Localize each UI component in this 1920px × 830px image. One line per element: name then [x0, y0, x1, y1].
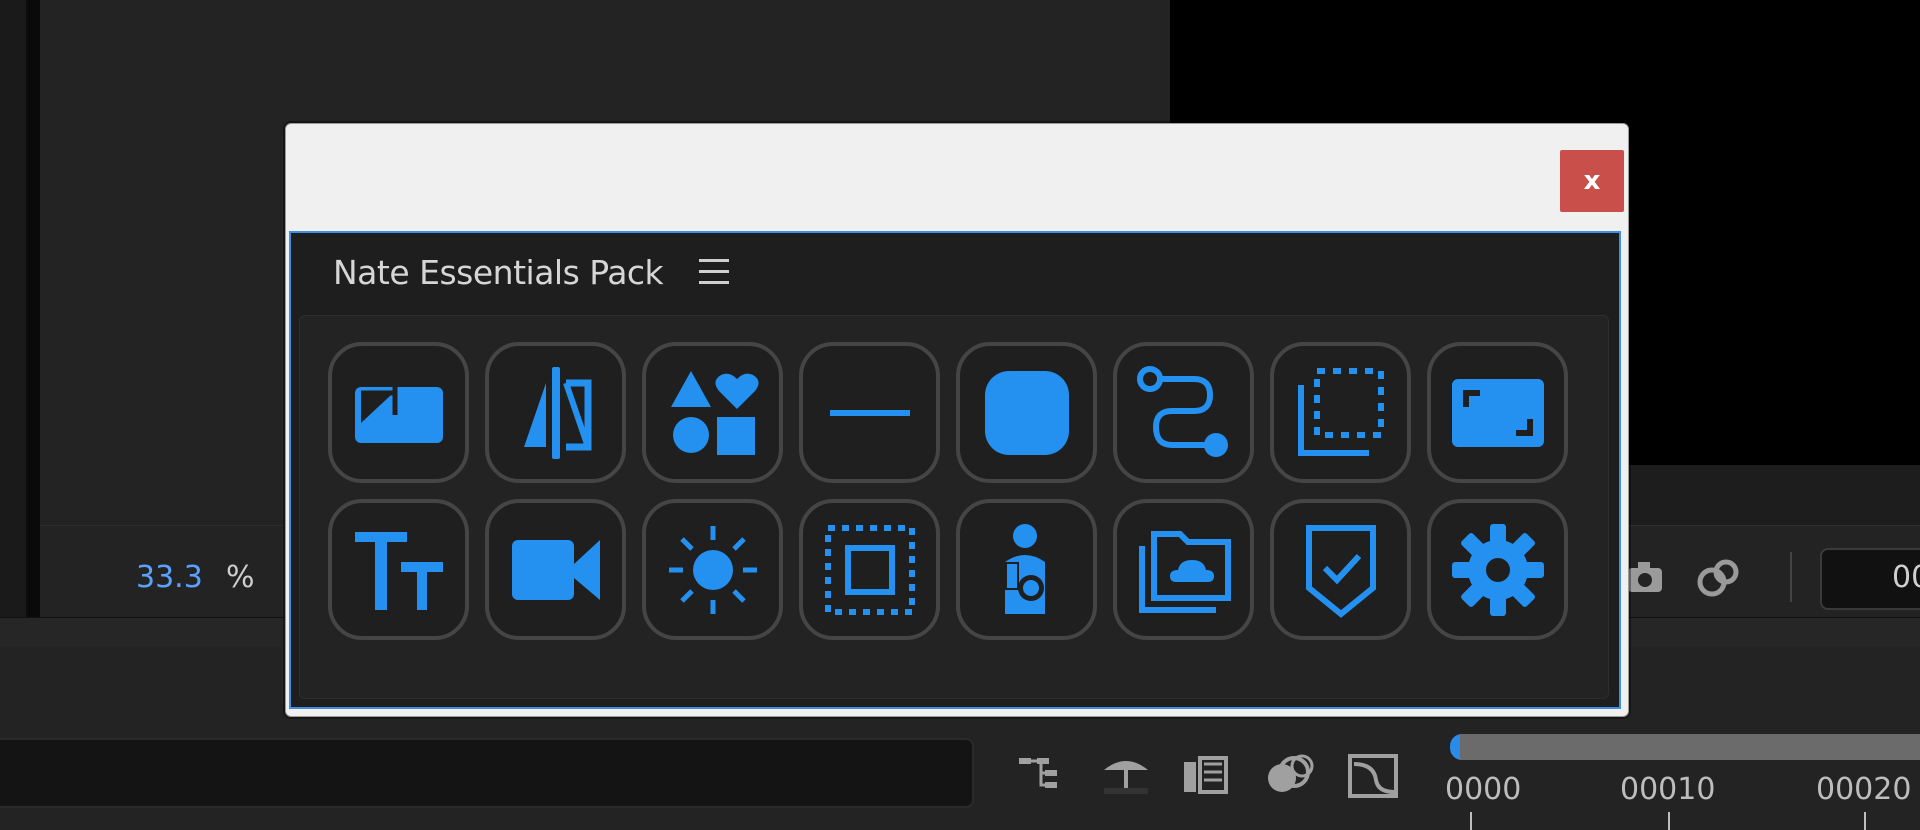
route-path-button[interactable]: [1113, 342, 1254, 483]
safe-area-icon: [824, 524, 915, 615]
text-size-button[interactable]: [328, 499, 469, 640]
shapes-button[interactable]: [642, 342, 783, 483]
show-snapshot-icon[interactable]: [1690, 552, 1746, 602]
safe-area-button[interactable]: [799, 499, 940, 640]
zoom-unit: %: [226, 560, 255, 595]
line-icon: [829, 409, 910, 416]
route-path-icon: [1136, 365, 1228, 457]
ruler-tick: [1470, 812, 1472, 830]
ruler-label: 0000: [1445, 772, 1522, 807]
ruler-tick: [1864, 812, 1866, 830]
mirror-flip-icon: [523, 366, 591, 459]
timecode-value: 00: [1892, 560, 1920, 595]
fullscreen-corners-icon: [1451, 378, 1544, 447]
person-button[interactable]: [956, 499, 1097, 640]
draft-3d-icon[interactable]: [1098, 752, 1154, 798]
gear-icon: [1451, 523, 1544, 616]
video-camera-button[interactable]: [485, 499, 626, 640]
ruler-tick: [1668, 812, 1670, 830]
sun-brightness-icon: [668, 525, 757, 614]
fullscreen-corners-button[interactable]: [1427, 342, 1568, 483]
mirror-flip-button[interactable]: [485, 342, 626, 483]
close-button[interactable]: x: [1560, 150, 1624, 212]
person-icon: [1004, 523, 1045, 614]
cloud-folder-icon: [1138, 530, 1231, 613]
split-rectangle-button[interactable]: [328, 342, 469, 483]
shield-check-button[interactable]: [1270, 499, 1411, 640]
panel-divider[interactable]: [28, 0, 40, 617]
rounded-square-icon: [984, 370, 1069, 455]
line-button[interactable]: [799, 342, 940, 483]
split-rectangle-icon: [354, 386, 443, 443]
panel-menu-icon[interactable]: [699, 259, 729, 287]
zoom-value[interactable]: 33.3: [136, 560, 203, 595]
frame-blending-icon[interactable]: [1180, 752, 1230, 798]
dotted-selection-icon: [1297, 367, 1384, 456]
shapes-icon: [670, 370, 759, 455]
motion-blur-icon[interactable]: [1262, 752, 1318, 798]
work-area-bar[interactable]: [1460, 734, 1920, 760]
shield-check-icon: [1305, 524, 1376, 618]
cloud-folder-button[interactable]: [1113, 499, 1254, 640]
left-panel-strip: [0, 0, 28, 617]
sun-brightness-button[interactable]: [642, 499, 783, 640]
ruler-label: 00010: [1620, 772, 1716, 807]
panel-title: Nate Essentials Pack: [333, 253, 664, 292]
dotted-selection-button[interactable]: [1270, 342, 1411, 483]
tool-grid: [299, 315, 1609, 699]
hierarchy-icon[interactable]: [1015, 752, 1071, 798]
timeline-search-input[interactable]: [0, 738, 974, 808]
extension-panel: Nate Essentials Pack: [289, 231, 1621, 709]
text-size-icon: [354, 531, 443, 610]
graph-editor-icon[interactable]: [1346, 750, 1400, 800]
video-camera-icon: [511, 539, 600, 600]
toolbar-divider: [1790, 552, 1792, 602]
rounded-square-button[interactable]: [956, 342, 1097, 483]
ruler-label: 00020: [1816, 772, 1912, 807]
settings-button[interactable]: [1427, 499, 1568, 640]
extension-window: x Nate Essentials Pack: [285, 123, 1629, 717]
